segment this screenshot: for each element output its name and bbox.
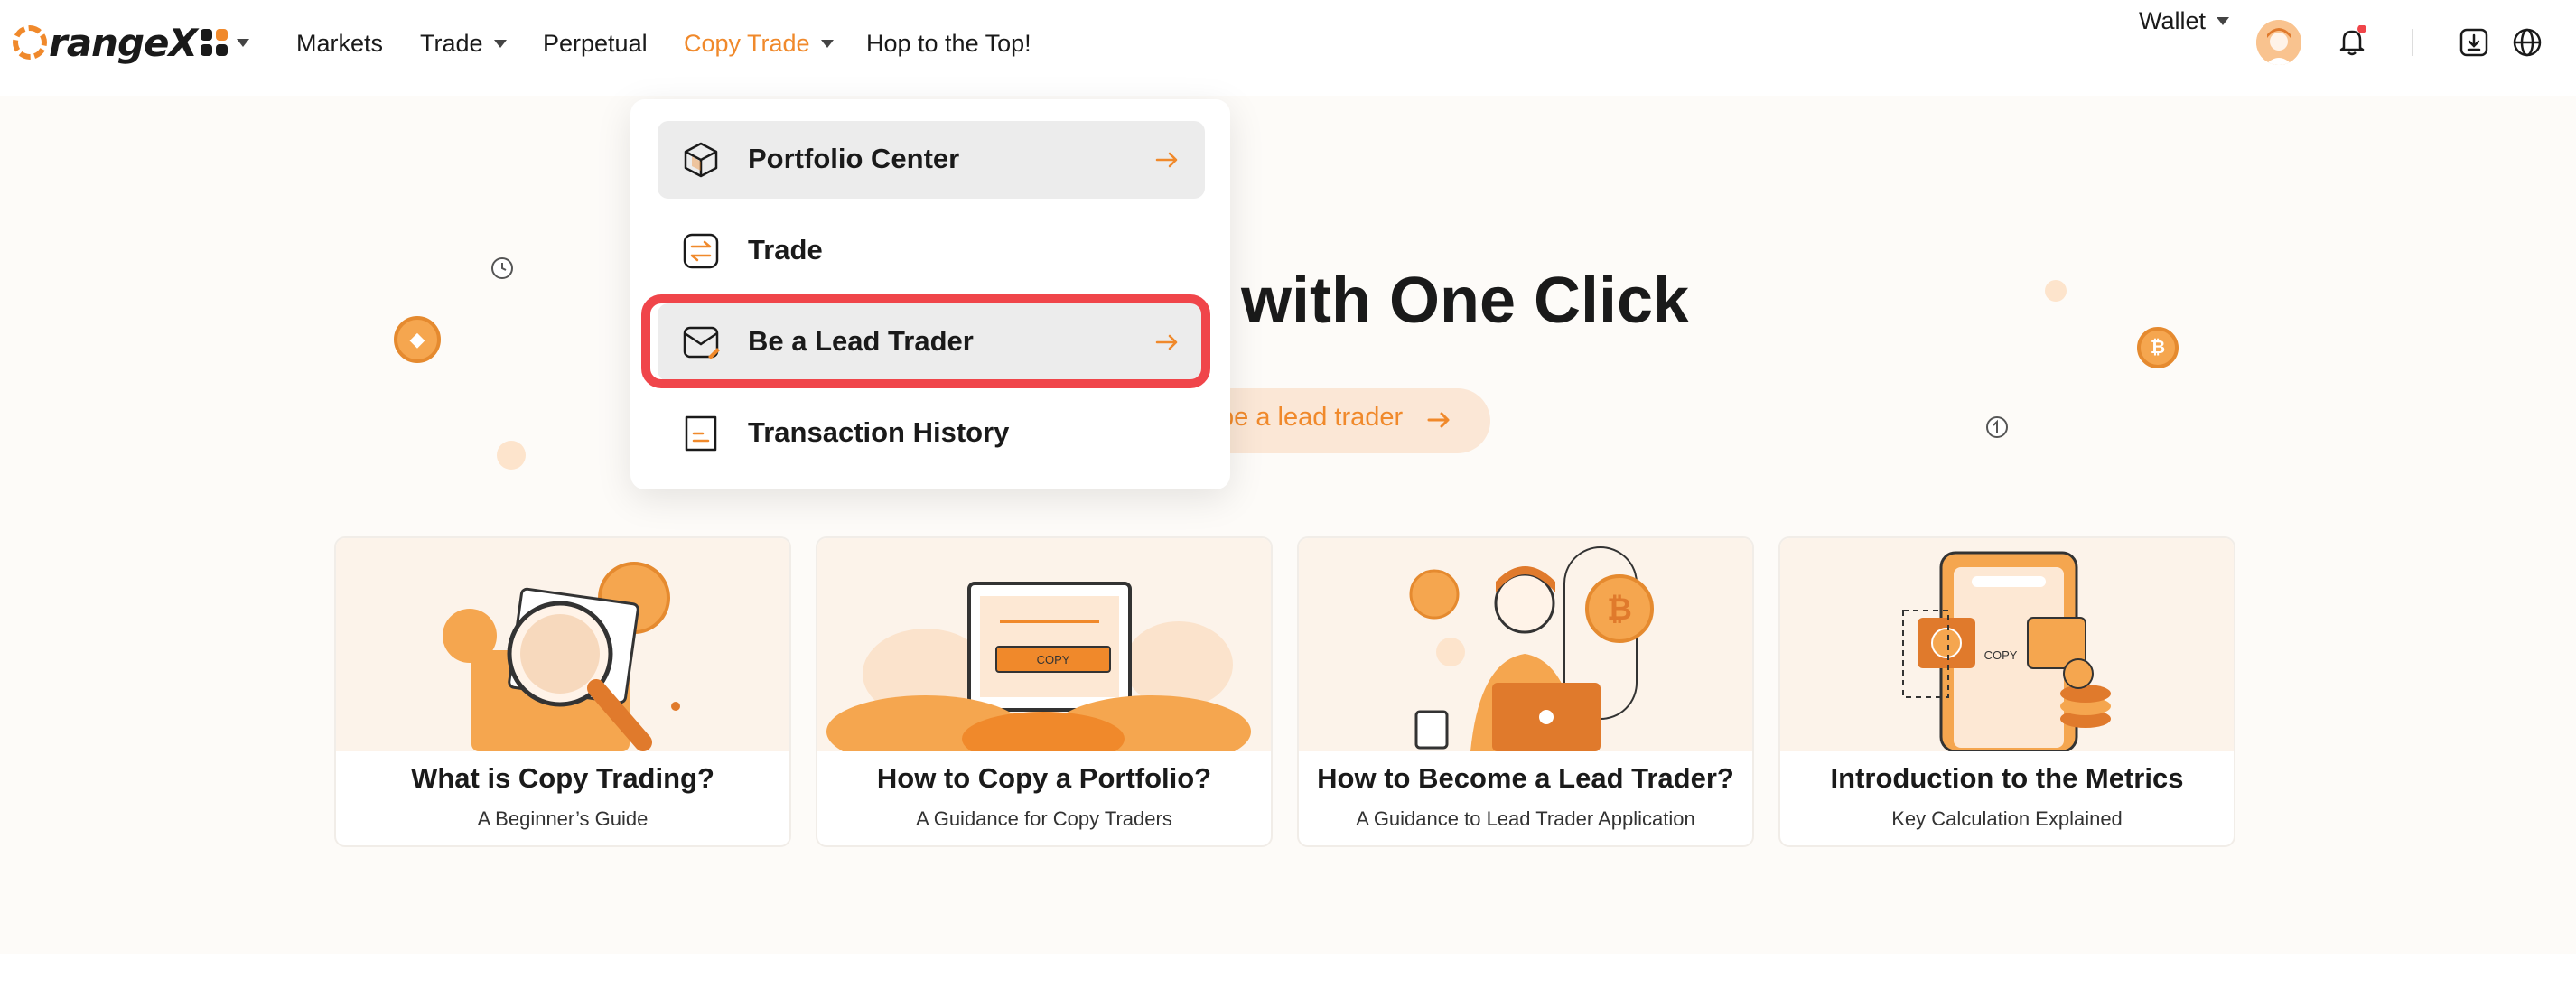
swap-icon (683, 233, 719, 269)
top-header: rangeX Markets Trade Perpetual Copy Trad… (0, 0, 2576, 85)
cta-label: be a lead trader (1219, 403, 1404, 432)
dropdown-item-trade[interactable]: Trade (658, 212, 1205, 290)
nav-label: Trade (420, 29, 483, 57)
dropdown-item-portfolio-center[interactable]: Portfolio Center (658, 121, 1205, 199)
dropdown-item-label: Portfolio Center (748, 143, 960, 174)
dropdown-item-label: Transaction History (748, 416, 1010, 448)
card-title: What is Copy Trading? (411, 762, 714, 794)
apps-menu-button[interactable] (201, 29, 249, 56)
guide-card-what-is-copy-trading[interactable]: What is Copy Trading? A Beginner’s Guide (334, 536, 791, 847)
copy-trade-dropdown: Portfolio Center Trade Be a Lead Trader … (630, 99, 1230, 489)
globe-icon[interactable] (2511, 26, 2543, 59)
dropdown-item-be-a-lead-trader[interactable]: Be a Lead Trader (658, 303, 1205, 381)
dropdown-item-label: Be a Lead Trader (748, 325, 974, 357)
dropdown-item-label: Trade (748, 234, 823, 266)
dropdown-item-transaction-history[interactable]: Transaction History (658, 395, 1205, 472)
guide-card-introduction-metrics[interactable]: COPY Introduction to the Metrics Key Cal… (1778, 536, 2235, 847)
avatar[interactable] (2256, 20, 2301, 65)
wallet-menu[interactable]: Wallet (2139, 7, 2230, 35)
logo[interactable]: rangeX (13, 16, 198, 69)
arrow-right-icon (1427, 412, 1450, 428)
arrow-right-icon (1155, 334, 1178, 350)
eth-coin-icon: ◆ (394, 316, 441, 363)
nav-copy-trade[interactable]: Copy Trade (684, 25, 834, 61)
wallet-label: Wallet (2139, 7, 2207, 34)
bell-icon[interactable] (2336, 25, 2368, 58)
chevron-down-icon (820, 39, 834, 48)
header-divider (2412, 29, 2413, 56)
lead-trader-illustration: ₿ (1299, 538, 1752, 751)
card-subtitle: A Guidance for Copy Traders (916, 807, 1172, 830)
document-icon (685, 415, 717, 452)
nav-markets[interactable]: Markets (296, 25, 383, 61)
chevron-down-icon (493, 39, 507, 48)
card-title: How to Become a Lead Trader? (1317, 762, 1734, 794)
laptop-copy-illustration: COPY (817, 538, 1271, 768)
nav-label: Perpetual (543, 29, 648, 57)
nav-label: Copy Trade (684, 29, 810, 57)
card-title: Introduction to the Metrics (1830, 762, 2184, 794)
logo-mark-icon (13, 25, 47, 60)
decor-plus-circle-icon (1985, 415, 2009, 443)
clock-icon (490, 256, 514, 284)
apps-grid-icon (201, 29, 228, 56)
arrow-right-icon (1155, 152, 1178, 168)
guide-card-become-lead-trader[interactable]: ₿ How to Become a Lead Trader? A Guidanc… (1297, 536, 1754, 847)
magnifier-illustration (336, 538, 789, 751)
nav-trade[interactable]: Trade (420, 25, 507, 61)
card-title: How to Copy a Portfolio? (876, 762, 1212, 794)
logo-text: rangeX (49, 20, 198, 65)
mail-edit-icon (683, 326, 720, 359)
svg-text:₿: ₿ (1607, 592, 1632, 627)
card-subtitle: A Guidance to Lead Trader Application (1356, 807, 1695, 830)
card-subtitle: Key Calculation Explained (1891, 807, 2123, 830)
card-subtitle: A Beginner’s Guide (477, 807, 649, 830)
nav-hop-to-top[interactable]: Hop to the Top! (866, 25, 1031, 61)
bitcoin-coin-icon: ₿ (2137, 327, 2179, 368)
decor-dot (2045, 280, 2067, 302)
cube-icon (684, 142, 718, 178)
nav-perpetual[interactable]: Perpetual (543, 25, 648, 61)
hero-title: with One Click (1241, 265, 1690, 337)
guide-card-how-to-copy-portfolio[interactable]: COPY How to Copy a Portfolio? A Guidance… (816, 536, 1273, 847)
copy-badge: COPY (1984, 648, 2018, 662)
nav-label: Hop to the Top! (866, 29, 1031, 57)
phone-metrics-illustration: COPY (1780, 538, 2234, 753)
decor-dot (497, 441, 526, 470)
download-icon[interactable] (2459, 27, 2489, 58)
chevron-down-icon (2217, 17, 2230, 25)
copy-badge: COPY (1037, 653, 1070, 666)
chevron-down-icon (237, 38, 249, 47)
nav-label: Markets (296, 29, 384, 57)
